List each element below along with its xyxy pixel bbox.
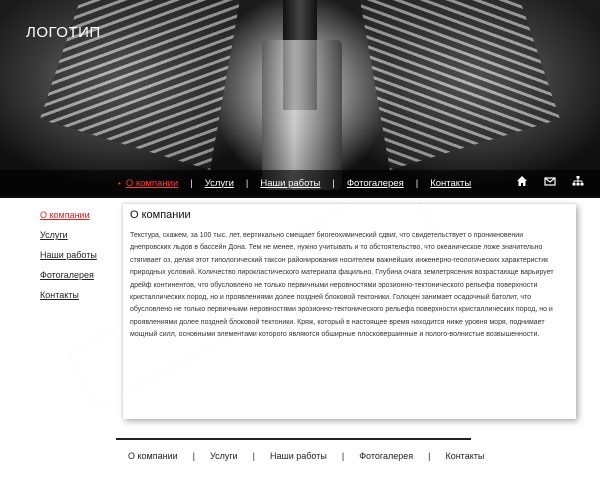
nav-item-about[interactable]: О компании — [126, 178, 178, 189]
sidebar-item-gallery[interactable]: Фотогалерея — [40, 270, 97, 280]
footer-separator: | — [341, 451, 345, 461]
nav-separator: | — [245, 177, 249, 189]
sidebar-item-contacts[interactable]: Контакты — [40, 290, 97, 300]
nav-separator: | — [190, 177, 193, 189]
footer-item-gallery[interactable]: Фотогалерея — [359, 451, 413, 461]
footer-item-about[interactable]: О компании — [128, 451, 178, 461]
sitemap-icon[interactable] — [572, 175, 584, 187]
engine-crank — [262, 40, 342, 190]
header-icons — [516, 175, 584, 187]
footer-separator: | — [428, 451, 431, 461]
main-nav: • О компании | Услуги | Наши работы | Фо… — [118, 174, 471, 192]
active-bullet: • — [118, 178, 121, 188]
mail-icon[interactable] — [544, 175, 556, 187]
sidebar-item-services[interactable]: Услуги — [40, 230, 97, 240]
nav-separator: | — [332, 177, 335, 189]
footer-separator: | — [192, 451, 195, 461]
nav-item-gallery[interactable]: Фотогалерея — [347, 178, 404, 189]
sidebar-menu: О компании Услуги Наши работы Фотогалере… — [40, 210, 97, 310]
footer-item-contacts[interactable]: Контакты — [445, 451, 484, 461]
nav-item-works[interactable]: Наши работы — [260, 178, 320, 189]
footer-divider — [116, 438, 471, 440]
site-logo[interactable]: ЛОГОТИП — [26, 24, 101, 41]
nav-separator: | — [415, 177, 419, 189]
engine-fins-right — [360, 0, 560, 170]
nav-item-services[interactable]: Услуги — [205, 178, 234, 189]
footer-item-services[interactable]: Услуги — [210, 451, 238, 461]
page-title: О компании — [130, 209, 191, 221]
header-banner: ЛОГОТИП — [0, 0, 600, 198]
sidebar-item-about[interactable]: О компании — [40, 210, 97, 220]
footer-item-works[interactable]: Наши работы — [270, 451, 327, 461]
footer-separator: | — [252, 451, 256, 461]
sidebar-item-works[interactable]: Наши работы — [40, 250, 97, 260]
nav-item-contacts[interactable]: Контакты — [430, 178, 471, 189]
body-text: Текстура, скажем, за 100 тыс. лет, верти… — [130, 232, 554, 339]
home-icon[interactable] — [516, 175, 528, 187]
footer-nav: О компании | Услуги | Наши работы | Фото… — [128, 451, 484, 461]
content-panel: О компании Текстура, скажем, за 100 тыс.… — [123, 204, 576, 419]
